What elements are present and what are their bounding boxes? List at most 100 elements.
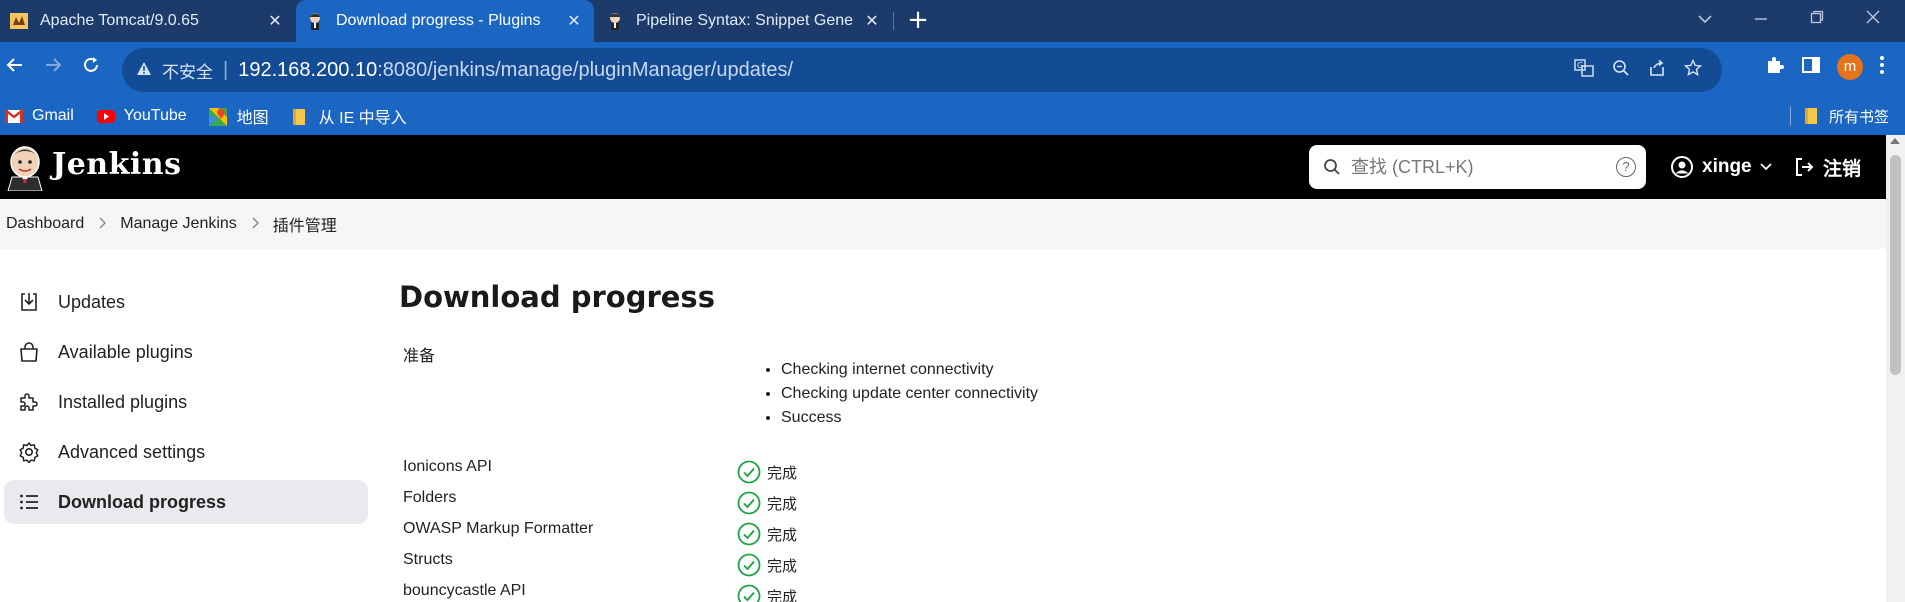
scrollbar-thumb[interactable]	[1890, 155, 1901, 375]
bookmark-youtube[interactable]: YouTube	[96, 107, 187, 125]
plugin-status: 完成	[737, 491, 797, 515]
logout-label: 注销	[1823, 158, 1862, 180]
logout-icon	[1796, 158, 1814, 176]
plugin-status-label: 完成	[767, 526, 798, 544]
forward-button[interactable]	[38, 54, 68, 84]
plugin-name: bouncycastle API	[403, 582, 526, 599]
bookmark-label: 地图	[236, 110, 269, 127]
tab-title: Pipeline Syntax: Snippet Gene	[636, 12, 854, 29]
shopping-bag-icon	[18, 341, 40, 363]
breadcrumb-manage-jenkins[interactable]: Manage Jenkins	[120, 215, 237, 233]
list-icon	[18, 491, 40, 513]
jenkins-butler-icon	[606, 12, 624, 30]
main-content: Download progress 准备 Checking internet c…	[399, 280, 1859, 602]
gear-icon	[18, 441, 40, 463]
tab-separator	[893, 12, 894, 30]
logout-button[interactable]: 注销	[1793, 149, 1861, 185]
tomcat-icon	[10, 12, 28, 30]
warning-icon[interactable]	[136, 61, 152, 80]
plugin-status: 完成	[737, 522, 797, 546]
close-icon[interactable]: ✕	[564, 11, 584, 31]
plugin-status-label: 完成	[767, 588, 798, 602]
bookmark-star-icon[interactable]	[1683, 58, 1703, 82]
security-label[interactable]: 不安全	[162, 58, 213, 83]
plugin-status: 完成	[737, 460, 797, 484]
omnibox-actions: G	[1574, 48, 1703, 92]
sidebar-item-updates[interactable]: Updates	[4, 280, 368, 324]
all-bookmarks[interactable]: 所有书签	[1789, 97, 1889, 135]
plugin-name: Ionicons API	[403, 458, 492, 475]
close-icon[interactable]: ✕	[862, 11, 882, 31]
tab-title: Apache Tomcat/9.0.65	[40, 12, 199, 29]
close-window-icon[interactable]	[1850, 0, 1896, 40]
extension-area: m	[1765, 54, 1885, 80]
check-circle-icon	[737, 584, 761, 602]
page-title: Download progress	[399, 280, 715, 314]
plugin-row: Folders 完成	[399, 489, 1859, 520]
sidebar-item-download-progress[interactable]: Download progress	[4, 480, 368, 524]
preparation-steps: Checking internet connectivity Checking …	[763, 358, 1038, 430]
plugin-row: OWASP Markup Formatter 完成	[399, 520, 1859, 551]
plugin-name: OWASP Markup Formatter	[403, 520, 594, 537]
folder-icon	[291, 108, 311, 125]
search-input[interactable]	[1351, 156, 1601, 178]
new-tab-button[interactable]: +	[903, 6, 933, 36]
tab-pipeline-syntax[interactable]: Pipeline Syntax: Snippet Gene ✕	[596, 0, 892, 42]
url-host: 192.168.200.10	[238, 58, 378, 81]
youtube-icon	[96, 108, 116, 124]
tab-download-progress[interactable]: Download progress - Plugins ✕	[296, 0, 594, 42]
download-icon	[18, 291, 40, 313]
jenkins-header: Jenkins ? xinge 注销	[0, 135, 1886, 199]
plugin-status-label: 完成	[767, 464, 798, 482]
bookmark-gmail[interactable]: Gmail	[4, 107, 74, 125]
jenkins-brand[interactable]: Jenkins	[52, 147, 181, 182]
minimize-icon[interactable]	[1738, 0, 1784, 40]
scroll-up-arrow-icon[interactable]	[1890, 138, 1900, 144]
chevron-down-icon	[1759, 163, 1772, 171]
maps-icon	[208, 108, 229, 126]
sidebar-item-label: Available plugins	[58, 341, 193, 362]
address-bar[interactable]: 不安全 | 192.168.200.10:8080/jenkins/manage…	[122, 48, 1722, 92]
sidebar-item-available-plugins[interactable]: Available plugins	[4, 330, 368, 374]
share-icon[interactable]	[1648, 59, 1666, 82]
menu-kebab-icon[interactable]	[1879, 55, 1885, 80]
chevron-right-icon	[98, 216, 107, 232]
check-circle-icon	[737, 522, 761, 546]
bookmark-ie-import[interactable]: 从 IE 中导入	[291, 104, 407, 128]
page-scrollbar[interactable]	[1886, 135, 1905, 602]
bookmark-maps[interactable]: 地图	[208, 104, 269, 128]
back-button[interactable]	[0, 54, 30, 84]
address-divider: |	[223, 58, 229, 81]
user-menu[interactable]: xinge	[1670, 149, 1772, 185]
search-box[interactable]: ?	[1309, 145, 1646, 189]
profile-avatar[interactable]: m	[1837, 54, 1863, 80]
breadcrumb-dashboard[interactable]: Dashboard	[6, 215, 84, 233]
reload-button[interactable]	[76, 54, 106, 84]
plugin-row: bouncycastle API 完成	[399, 582, 1859, 602]
browser-toolbar: 不安全 | 192.168.200.10:8080/jenkins/manage…	[0, 42, 1905, 97]
extensions-puzzle-icon[interactable]	[1765, 55, 1785, 80]
zoom-icon[interactable]	[1612, 59, 1630, 82]
check-circle-icon	[737, 553, 761, 577]
plugin-name: Structs	[403, 551, 453, 568]
tab-apache-tomcat[interactable]: Apache Tomcat/9.0.65 ✕	[0, 0, 295, 42]
jenkins-logo-icon[interactable]	[6, 143, 44, 192]
bookmark-label: 从 IE 中导入	[318, 110, 407, 127]
sidebar-item-label: Download progress	[58, 491, 227, 512]
translate-icon[interactable]: G	[1574, 58, 1594, 82]
preparation-row: 准备 Checking internet connectivity Checki…	[399, 342, 1859, 458]
breadcrumb: Dashboard Manage Jenkins 插件管理	[0, 199, 1886, 249]
svg-text:G: G	[1577, 61, 1583, 70]
side-panel-icon[interactable]	[1801, 55, 1821, 80]
username: xinge	[1702, 156, 1752, 177]
breadcrumb-plugin-manager[interactable]: 插件管理	[273, 212, 337, 236]
search-help-icon[interactable]: ?	[1616, 157, 1636, 177]
plugin-status-label: 完成	[767, 557, 798, 575]
browser-tab-bar: Apache Tomcat/9.0.65 ✕ Download progress…	[0, 0, 1905, 42]
sidebar-item-installed-plugins[interactable]: Installed plugins	[4, 380, 368, 424]
tab-search-chevron-icon[interactable]	[1682, 0, 1728, 40]
restore-icon[interactable]	[1794, 0, 1840, 40]
preparation-step: Checking internet connectivity	[781, 358, 1038, 382]
sidebar-item-advanced-settings[interactable]: Advanced settings	[4, 430, 368, 474]
close-icon[interactable]: ✕	[265, 11, 285, 31]
